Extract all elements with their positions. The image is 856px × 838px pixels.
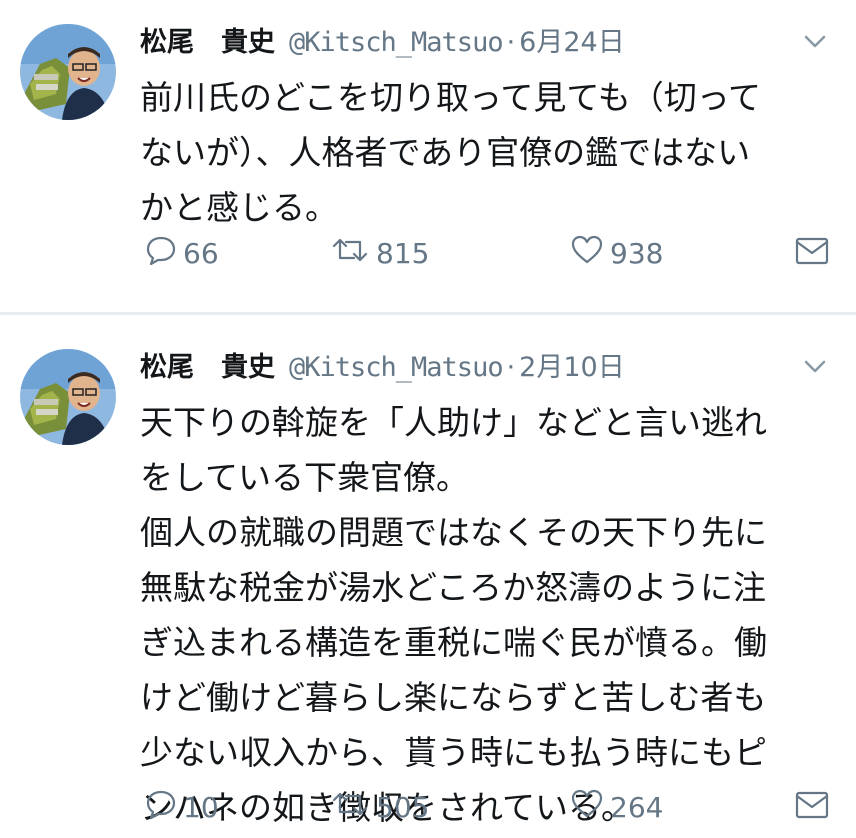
tweet-text: 天下りの斡旋を「人助け」などと言い逃れ をしている下衆官僚。 個人の就職の問題で… [140,395,840,835]
reply-icon [145,234,183,273]
heart-icon [570,788,610,827]
reply-count: 66 [183,236,219,270]
tweet-text-line: かと感じる。 [140,188,338,227]
tweet[interactable]: 松尾 貴史 @Kitsch_Matsuo · 6月24日 前川氏のどこを切り取って見て… [0,0,856,313]
separator: · [506,27,516,58]
direct-message-button[interactable] [794,233,836,273]
separator: · [506,352,516,383]
heart-icon [570,234,610,273]
author-handle[interactable]: @Kitsch_Matsuo [289,27,504,58]
tweet-text-line: ないが）、人格者であり官僚の鑑ではない [140,133,751,172]
avatar[interactable] [20,349,116,445]
tweet-header: 松尾 貴史 @Kitsch_Matsuo · 2月10日 [140,345,756,384]
tweet-text-line: 前川氏のどこを切り取って見ても（切って [140,78,762,117]
retweet-count: 815 [376,236,430,270]
tweet-actions: 10 505 264 [140,787,836,827]
direct-message-button[interactable] [794,787,836,827]
chevron-down-icon[interactable] [800,351,830,381]
tweet[interactable]: 松尾 貴史 @Kitsch_Matsuo · 2月10日 天下りの斡旋を「人助け」など… [0,315,856,838]
reply-button[interactable]: 66 [145,233,219,273]
reply-button[interactable]: 10 [145,787,219,827]
retweet-button[interactable]: 505 [330,787,429,827]
like-button[interactable]: 938 [570,233,663,273]
tweet-text-line: 無駄な税金が湯水どころか怒濤のように注 [140,568,767,607]
reply-count: 10 [183,790,219,824]
envelope-icon [794,788,836,827]
like-count: 264 [610,790,664,824]
author-name[interactable]: 松尾 貴史 [140,27,275,58]
retweet-count: 505 [376,790,430,824]
author-name[interactable]: 松尾 貴史 [140,352,275,383]
tweet-text-line: 個人の就職の問題ではなくその天下り先に [140,513,767,552]
tweet-text-line: 少ない収入から、貰う時にも払う時にもピ [140,733,767,772]
reply-icon [145,788,183,827]
avatar[interactable] [20,24,116,120]
tweet-date[interactable]: 6月24日 [519,27,625,58]
tweet-text-line: ぎ込まれる構造を重税に喘ぐ民が憤る。働 [140,623,767,662]
envelope-icon [794,234,836,273]
chevron-down-icon[interactable] [800,26,830,56]
like-count: 938 [610,236,664,270]
like-button[interactable]: 264 [570,787,663,827]
tweet-actions: 66 815 938 [140,233,836,273]
retweet-button[interactable]: 815 [330,233,429,273]
author-handle[interactable]: @Kitsch_Matsuo [289,352,504,383]
retweet-icon [330,788,376,827]
tweet-text-line: けど働けど暮らし楽にならずと苦しむ者も [140,678,767,717]
tweet-date[interactable]: 2月10日 [519,352,625,383]
tweet-text: 前川氏のどこを切り取って見ても（切って ないが）、人格者であり官僚の鑑ではない … [140,70,840,235]
tweet-text-line: をしている下衆官僚。 [140,458,470,497]
retweet-icon [330,234,376,273]
tweet-text-line: 天下りの斡旋を「人助け」などと言い逃れ [140,403,767,442]
tweet-header: 松尾 貴史 @Kitsch_Matsuo · 6月24日 [140,20,756,59]
